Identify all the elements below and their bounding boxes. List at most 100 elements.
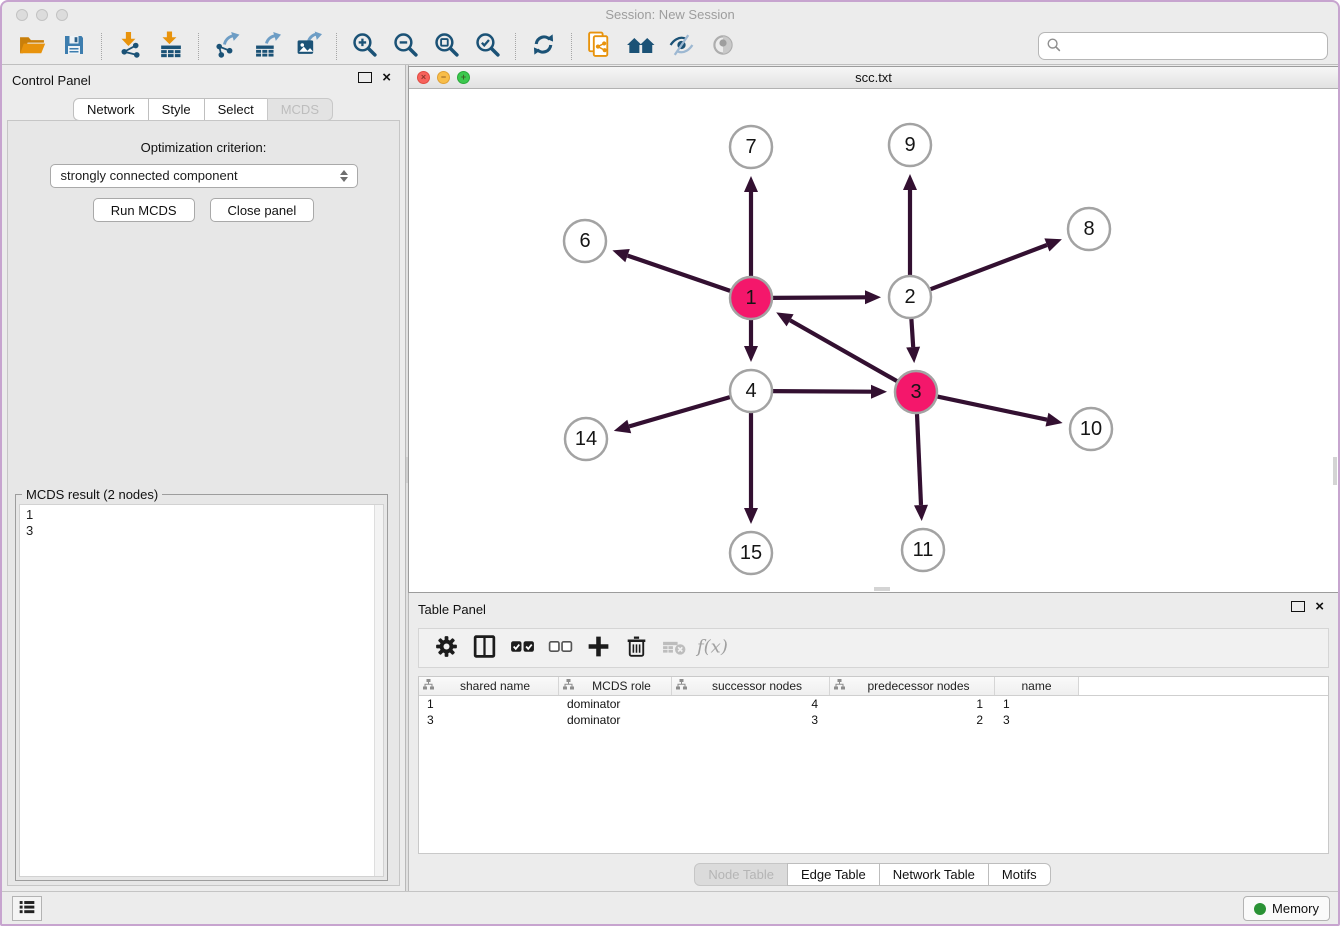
save-session-button[interactable] xyxy=(53,30,94,62)
import-network-button[interactable] xyxy=(109,30,150,62)
table-settings-button[interactable] xyxy=(427,632,465,664)
cell-name[interactable]: 1 xyxy=(995,697,1079,711)
zoom-selected-button[interactable] xyxy=(467,30,508,62)
table-panel-tabs: Node TableEdge TableNetwork TableMotifs xyxy=(408,863,1338,886)
tab-network-table[interactable]: Network Table xyxy=(879,863,989,886)
table-panel: Table Panel × f(x) shared nameMCDS roles… xyxy=(408,594,1338,891)
network-view-window: × − + scc.txt 7968124314101511 xyxy=(408,66,1339,593)
task-history-button[interactable] xyxy=(12,896,42,921)
network-graph[interactable]: 7968124314101511 xyxy=(409,89,1338,593)
run-mcds-button[interactable]: Run MCDS xyxy=(93,198,195,222)
show-details-button[interactable] xyxy=(702,30,743,62)
column-header-predecessor-nodes[interactable]: predecessor nodes xyxy=(830,677,995,695)
cell-successor-nodes[interactable]: 4 xyxy=(672,697,830,711)
mcds-result-area[interactable]: 1 3 xyxy=(19,504,384,877)
edge-4-3[interactable] xyxy=(773,391,871,392)
edge-1-2[interactable] xyxy=(773,297,865,298)
chevron-up-icon xyxy=(340,170,348,175)
edge-2-3[interactable] xyxy=(911,319,913,347)
edge-3-1[interactable] xyxy=(790,320,897,381)
column-header-MCDS-role[interactable]: MCDS role xyxy=(559,677,672,695)
export-table-button[interactable] xyxy=(247,30,288,62)
cell-MCDS-role[interactable]: dominator xyxy=(559,713,672,727)
refresh-view-button[interactable] xyxy=(523,30,564,62)
network-resize-handle[interactable] xyxy=(874,587,890,591)
toolbar-icons xyxy=(12,30,743,62)
show-columns-icon xyxy=(471,633,498,663)
tab-mcds[interactable]: MCDS xyxy=(267,98,333,121)
cell-shared-name[interactable]: 1 xyxy=(419,697,559,711)
table-panel-close-icon[interactable]: × xyxy=(1315,601,1324,612)
edge-arrow-2-9 xyxy=(903,174,917,190)
zoom-out-button[interactable] xyxy=(385,30,426,62)
tab-edge-table[interactable]: Edge Table xyxy=(787,863,880,886)
control-panel: Control Panel × NetworkStyleSelectMCDS O… xyxy=(2,65,405,891)
optimization-criterion-select[interactable]: strongly connected component xyxy=(50,164,358,188)
result-scrollbar[interactable] xyxy=(374,505,383,876)
hide-details-button[interactable] xyxy=(661,30,702,62)
zoom-in-button[interactable] xyxy=(344,30,385,62)
show-columns-button[interactable] xyxy=(465,632,503,664)
titlebar: Session: New Session xyxy=(2,2,1338,28)
cell-successor-nodes[interactable]: 3 xyxy=(672,713,830,727)
select-all-columns-button[interactable] xyxy=(503,632,541,664)
memory-button[interactable]: Memory xyxy=(1243,896,1330,921)
add-column-button[interactable] xyxy=(579,632,617,664)
network-canvas[interactable]: 7968124314101511 xyxy=(409,89,1338,592)
edge-3-11[interactable] xyxy=(917,414,921,505)
home-button[interactable] xyxy=(620,30,661,62)
cell-predecessor-nodes[interactable]: 2 xyxy=(830,713,995,727)
network-window-titlebar[interactable]: × − + scc.txt xyxy=(409,67,1338,89)
unselect-all-columns-button[interactable] xyxy=(541,632,579,664)
search-input[interactable] xyxy=(1062,35,1327,57)
control-panel-close-icon[interactable]: × xyxy=(382,72,391,83)
cell-predecessor-nodes[interactable]: 1 xyxy=(830,697,995,711)
import-table-button[interactable] xyxy=(150,30,191,62)
edge-arrow-4-15 xyxy=(744,508,758,524)
column-header-name[interactable]: name xyxy=(995,677,1079,695)
cell-MCDS-role[interactable]: dominator xyxy=(559,697,672,711)
edge-1-6[interactable] xyxy=(628,256,731,291)
node-label-4: 4 xyxy=(745,380,756,402)
edge-3-10[interactable] xyxy=(938,397,1048,420)
table-row[interactable]: 3dominator323 xyxy=(419,712,1328,728)
clone-network-icon xyxy=(586,31,613,61)
tree-icon xyxy=(422,678,435,694)
save-session-icon xyxy=(62,33,86,60)
hide-details-icon xyxy=(668,33,695,60)
control-panel-title: Control Panel xyxy=(12,73,91,88)
unselect-all-columns-icon xyxy=(547,633,574,663)
cell-shared-name[interactable]: 3 xyxy=(419,713,559,727)
export-network-button[interactable] xyxy=(206,30,247,62)
network-window-title: scc.txt xyxy=(409,70,1338,85)
node-label-8: 8 xyxy=(1083,218,1094,240)
delete-table-button xyxy=(655,632,693,664)
edge-2-8[interactable] xyxy=(931,245,1047,289)
table-row[interactable]: 1dominator411 xyxy=(419,696,1328,712)
select-all-columns-icon xyxy=(509,633,536,663)
tab-motifs[interactable]: Motifs xyxy=(988,863,1051,886)
window-title: Session: New Session xyxy=(2,7,1338,22)
clone-network-button[interactable] xyxy=(579,30,620,62)
table-panel-float-icon[interactable] xyxy=(1291,601,1305,612)
close-panel-button[interactable]: Close panel xyxy=(210,198,315,222)
column-header-shared-name[interactable]: shared name xyxy=(419,677,559,695)
column-header-successor-nodes[interactable]: successor nodes xyxy=(672,677,830,695)
tab-select[interactable]: Select xyxy=(204,98,268,121)
open-session-button[interactable] xyxy=(12,30,53,62)
tab-node-table[interactable]: Node Table xyxy=(694,863,788,886)
edge-4-14[interactable] xyxy=(629,397,730,426)
network-scrollbar[interactable] xyxy=(1333,457,1337,485)
search-box[interactable] xyxy=(1038,32,1328,60)
zoom-fit-button[interactable] xyxy=(426,30,467,62)
status-bar: Memory xyxy=(2,891,1338,924)
cell-name[interactable]: 3 xyxy=(995,713,1079,727)
tab-network[interactable]: Network xyxy=(73,98,149,121)
tab-style[interactable]: Style xyxy=(148,98,205,121)
function-builder-button: f(x) xyxy=(693,632,731,664)
delete-columns-button[interactable] xyxy=(617,632,655,664)
export-image-button[interactable] xyxy=(288,30,329,62)
refresh-view-icon xyxy=(530,31,557,61)
delete-table-icon xyxy=(661,633,688,663)
control-panel-float-icon[interactable] xyxy=(358,72,372,83)
